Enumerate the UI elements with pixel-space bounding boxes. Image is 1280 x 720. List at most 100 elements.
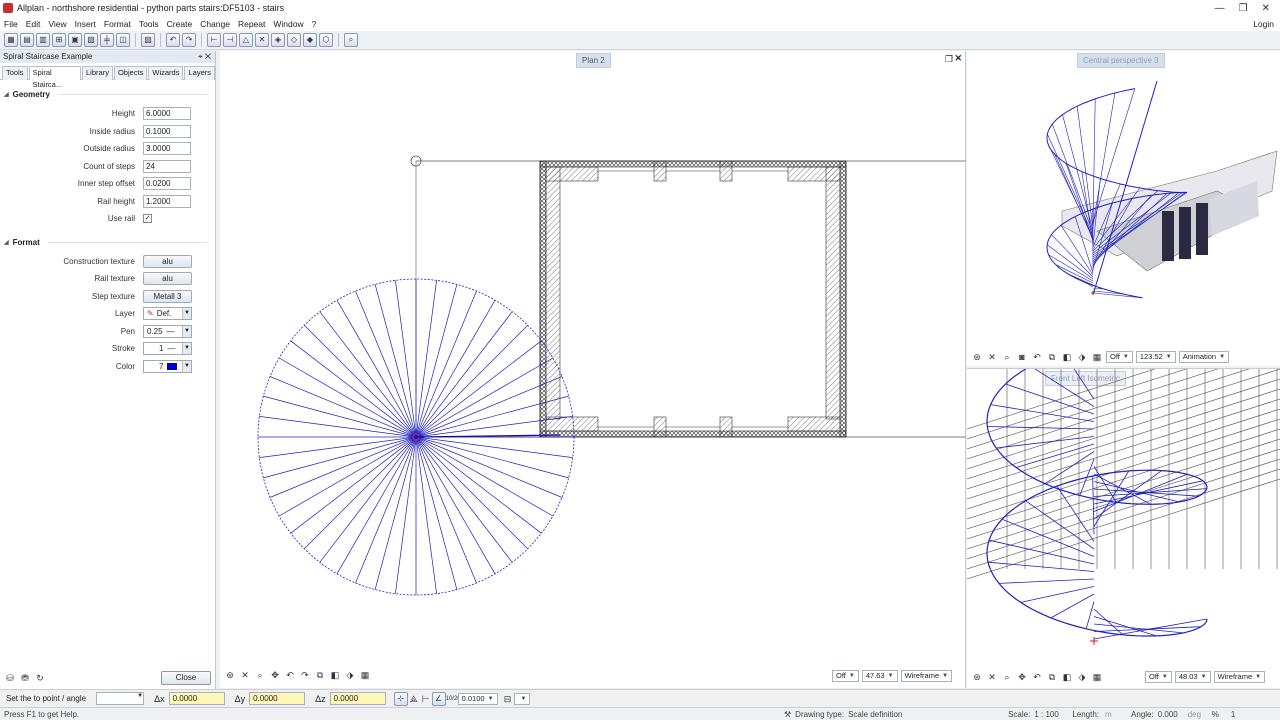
save-favorite-icon[interactable]: ⛃ [19, 672, 31, 684]
pen-select[interactable]: 0.25— ▼ [143, 324, 192, 338]
undo-view-icon[interactable]: ↶ [284, 669, 296, 681]
pan-icon[interactable]: ✥ [1016, 671, 1028, 683]
zoom-icon[interactable]: ⌕ [254, 669, 266, 681]
zoom-icon[interactable]: ⌕ [1001, 351, 1013, 363]
favorites-icon[interactable]: ⛁ [4, 672, 16, 684]
menu-repeat[interactable]: Repeat [234, 19, 269, 29]
section-view-icon[interactable]: ◧ [1061, 351, 1073, 363]
pin-icon[interactable]: ⌖ ✕ [198, 51, 215, 63]
use-rail-checkbox[interactable]: ✓ [143, 214, 152, 224]
copy-view-icon[interactable]: ⧉ [1046, 671, 1058, 683]
geometry-section-header[interactable]: ◢ Geometry [4, 90, 215, 99]
redo-icon[interactable]: ↷ [182, 33, 196, 47]
dz-input[interactable]: 0.0000 [329, 692, 386, 705]
undo-view-icon[interactable]: ↶ [1031, 351, 1043, 363]
reset-icon[interactable]: ↻ [34, 672, 46, 684]
persp-mode-select[interactable]: Animation ▼ [1178, 351, 1230, 363]
layer-select[interactable]: ✎ Def. ▼ [143, 307, 192, 321]
snap-point-icon[interactable]: ⊹ [393, 691, 408, 706]
target-icon[interactable]: ⊛ [971, 671, 983, 683]
rail-texture-button[interactable]: alu [143, 272, 192, 286]
target-icon[interactable]: ⊛ [971, 351, 983, 363]
dy-input[interactable]: 0.0000 [249, 692, 306, 705]
dimension-icon[interactable]: ⊢ [207, 33, 221, 47]
find-icon[interactable]: ⌕ [344, 33, 358, 47]
plan-mode-select[interactable]: Wireframe ▼ [900, 670, 953, 682]
stroke-select[interactable]: 1— ▼ [143, 342, 192, 356]
plan-scale-select[interactable]: 47.63 ▼ [861, 670, 898, 682]
pan-icon[interactable]: ✥ [269, 669, 281, 681]
tab-wizards[interactable]: Wizards [148, 66, 184, 80]
fit-icon[interactable]: ✕ [239, 669, 251, 681]
grid-icon[interactable]: ▦ [1091, 671, 1103, 683]
mode-toggle-icon[interactable]: ⊟ [502, 693, 514, 705]
save-icon[interactable]: ▣ [68, 33, 82, 47]
cube-icon[interactable]: ⬡ [319, 33, 333, 47]
menu-insert[interactable]: Insert [71, 19, 100, 29]
iso-mode-select[interactable]: Wireframe ▼ [1213, 671, 1266, 683]
dimension-mode-icon[interactable]: ⊢ [420, 693, 432, 705]
angle-snap-icon[interactable]: ∠ [431, 691, 446, 706]
drawing-type-value[interactable]: Scale definition [848, 710, 1008, 719]
tab-spiral-staircase[interactable]: Spiral Stairca... [28, 66, 82, 89]
undo-view-icon[interactable]: ↶ [1031, 671, 1043, 683]
plan-off-select[interactable]: Off ▼ [832, 670, 859, 682]
dx-input[interactable]: 0.0000 [168, 692, 225, 705]
color-select[interactable]: 7 ▼ [143, 359, 192, 373]
inner-step-offset-input[interactable]: 0.0200 [143, 177, 191, 191]
menu-format[interactable]: Format [100, 19, 135, 29]
grid-step-icon[interactable]: 10/20 [446, 693, 461, 705]
mirror-icon[interactable]: ◆ [303, 33, 317, 47]
layout-icon[interactable]: ╪ [100, 33, 114, 47]
view-cube-icon[interactable]: ⬗ [344, 669, 356, 681]
maximize-icon[interactable]: ❐ [1239, 3, 1248, 14]
fit-icon[interactable]: ✕ [986, 671, 998, 683]
view-cube-icon[interactable]: ⬗ [1076, 671, 1088, 683]
delete-icon[interactable]: ✕ [255, 33, 269, 47]
iso-scale-select[interactable]: 48.03 ▼ [1174, 671, 1211, 683]
iso-off-select[interactable]: Off ▼ [1145, 671, 1172, 683]
grid-icon[interactable]: ▦ [359, 669, 371, 681]
tab-tools[interactable]: Tools [2, 66, 28, 80]
measure-icon[interactable]: ⊣ [223, 33, 237, 47]
section-view-icon[interactable]: ◧ [1061, 671, 1073, 683]
length-unit[interactable]: m [1105, 710, 1131, 719]
menu-create[interactable]: Create [163, 19, 197, 29]
close-button[interactable]: Close [161, 671, 211, 685]
persp-angle-select[interactable]: 123.52 ▼ [1135, 351, 1176, 363]
copy-view-icon[interactable]: ⧉ [314, 669, 326, 681]
move-icon[interactable]: ◈ [271, 33, 285, 47]
perspective-viewport[interactable]: Central perspective 3 ⊛ ✕ ⌕ ◙ ↶ ⧉ ◧ ⬗ ▦ … [967, 51, 1280, 366]
angle-value[interactable]: 0.000 [1158, 710, 1182, 719]
grid-icon[interactable]: ▦ [1091, 351, 1103, 363]
menu-help[interactable]: ? [308, 19, 321, 29]
construction-texture-button[interactable]: alu [143, 254, 192, 268]
open-project-icon[interactable]: ⊞ [52, 33, 66, 47]
section-view-icon[interactable]: ◧ [329, 669, 341, 681]
copy-view-icon[interactable]: ⧉ [1046, 351, 1058, 363]
login-link[interactable]: Login [1249, 19, 1280, 29]
image-icon[interactable]: ▨ [141, 33, 155, 47]
fit-icon[interactable]: ✕ [986, 351, 998, 363]
tab-library[interactable]: Library [82, 66, 113, 80]
menu-view[interactable]: View [44, 19, 70, 29]
persp-off-select[interactable]: Off ▼ [1106, 351, 1133, 363]
menu-change[interactable]: Change [196, 19, 234, 29]
tab-layers[interactable]: Layers [184, 66, 215, 80]
open-icon[interactable]: ▥ [36, 33, 50, 47]
menu-edit[interactable]: Edit [22, 19, 45, 29]
angle-unit[interactable]: deg [1188, 710, 1212, 719]
zoom-icon[interactable]: ⌕ [1001, 671, 1013, 683]
snap-step-select[interactable]: 0.0100 ▼ [457, 692, 498, 705]
minimize-icon[interactable]: — [1215, 3, 1225, 14]
copy-icon[interactable]: ◇ [287, 33, 301, 47]
isometric-viewport[interactable]: Front Left Isometric ⊛ ✕ ⌕ ✥ ↶ ⧉ ◧ ⬗ ▦ O… [967, 368, 1280, 688]
outside-radius-input[interactable]: 3.0000 [143, 142, 191, 156]
project-icon[interactable]: ▤ [20, 33, 34, 47]
menu-tools[interactable]: Tools [135, 19, 163, 29]
angle-input[interactable]: ▼ [96, 692, 145, 705]
scale-value[interactable]: 1 : 100 [1034, 710, 1072, 719]
new-file-icon[interactable]: ▦ [4, 33, 18, 47]
format-section-header[interactable]: ◢ Format [4, 238, 215, 247]
tab-objects[interactable]: Objects [113, 66, 148, 80]
